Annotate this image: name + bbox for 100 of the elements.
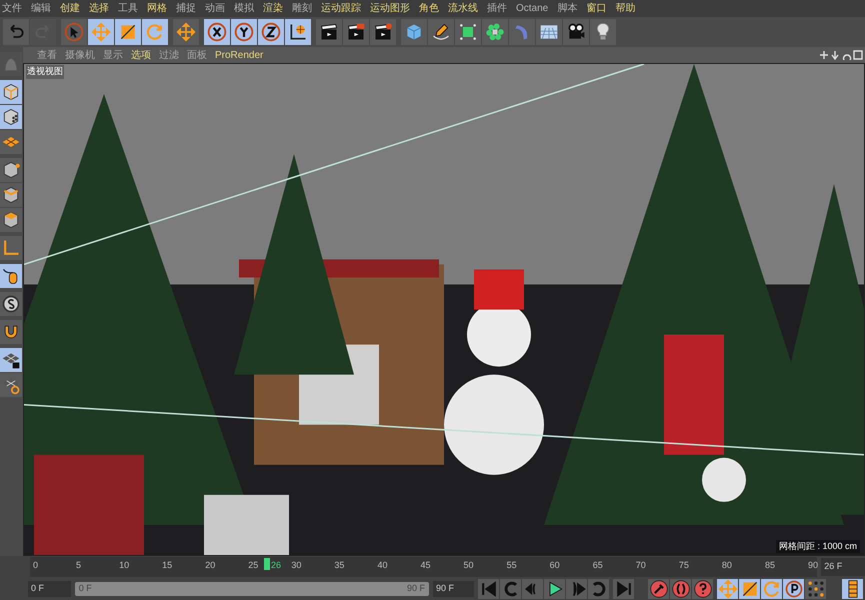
s-circle-button[interactable] bbox=[0, 292, 22, 316]
viewport-menu-item[interactable]: 选项 bbox=[131, 48, 151, 62]
menu-item[interactable]: 文件 bbox=[2, 1, 22, 16]
menu-item[interactable]: 选择 bbox=[89, 1, 109, 16]
auto-key-button[interactable] bbox=[670, 579, 691, 599]
grid-rotate-button[interactable] bbox=[0, 373, 22, 397]
grid-lock-button[interactable] bbox=[0, 348, 22, 372]
frame-number: 10 bbox=[119, 559, 130, 572]
y-axis-button[interactable] bbox=[231, 19, 257, 45]
globe-axes-button[interactable] bbox=[285, 19, 311, 45]
skip-end-button[interactable] bbox=[613, 579, 634, 599]
rotate-icon bbox=[762, 579, 782, 599]
timeline-ruler[interactable]: 0 5 10 15 20 25 26 30 35 40 45 50 55 60 65 70 75 80 85 90 bbox=[30, 557, 818, 577]
move-icon bbox=[718, 579, 738, 599]
undo-button[interactable] bbox=[3, 19, 29, 45]
frame-number: 80 bbox=[722, 559, 732, 572]
start-frame-field[interactable]: 0 F bbox=[28, 581, 71, 597]
menu-item[interactable]: 脚本 bbox=[557, 1, 578, 16]
next-key-button[interactable] bbox=[588, 579, 609, 599]
record-key-button[interactable] bbox=[648, 579, 669, 599]
viewport-menu-item[interactable]: 查看 bbox=[37, 48, 57, 62]
cube-button[interactable] bbox=[0, 80, 22, 104]
frame-number: 50 bbox=[464, 559, 474, 572]
dot-grid-button[interactable] bbox=[805, 579, 826, 599]
cube-points-button[interactable] bbox=[0, 158, 22, 182]
menu-item[interactable]: 动画 bbox=[205, 1, 225, 16]
menu-item[interactable]: 渲染 bbox=[263, 1, 283, 16]
frame-number: 45 bbox=[420, 559, 431, 572]
view-navigation-icon[interactable] bbox=[819, 50, 863, 60]
menu-item[interactable]: 工具 bbox=[118, 1, 138, 16]
frame-number: 35 bbox=[334, 559, 344, 572]
scale-button[interactable] bbox=[115, 19, 141, 45]
menu-item[interactable]: 窗口 bbox=[586, 1, 606, 16]
viewport-menu-item[interactable]: 摄像机 bbox=[65, 48, 95, 62]
cube-with-handles-icon bbox=[458, 22, 478, 42]
end-frame-field[interactable]: 90 F bbox=[433, 581, 474, 597]
clapperboard-button[interactable] bbox=[316, 19, 342, 45]
frame-number: 30 bbox=[291, 559, 302, 572]
grid-plane-button[interactable] bbox=[0, 130, 22, 154]
z-axis-button[interactable] bbox=[258, 19, 284, 45]
camera-button[interactable] bbox=[563, 19, 589, 45]
menu-item[interactable]: 编辑 bbox=[31, 1, 51, 16]
menu-item[interactable]: 流水线 bbox=[448, 1, 478, 16]
cube-with-handles-button[interactable] bbox=[455, 19, 481, 45]
s-circle-icon bbox=[1, 294, 21, 314]
pen-button[interactable] bbox=[428, 19, 454, 45]
cloner-icon bbox=[485, 22, 505, 42]
menu-item[interactable]: 创建 bbox=[60, 1, 80, 16]
film-strip-button[interactable] bbox=[842, 579, 863, 599]
auto-key-icon bbox=[670, 579, 690, 599]
frame-number: 60 bbox=[550, 559, 560, 572]
menu-item[interactable]: 捕捉 bbox=[176, 1, 196, 16]
viewport-title: 透视视图 bbox=[26, 65, 64, 78]
frame-number: 40 bbox=[377, 559, 388, 572]
menu-item[interactable]: 插件 bbox=[487, 1, 507, 16]
previous-key-button[interactable] bbox=[500, 579, 521, 599]
clapperboard-icon bbox=[346, 22, 366, 42]
cursor-button[interactable] bbox=[61, 19, 87, 45]
cube-edges-button[interactable] bbox=[0, 183, 22, 207]
menu-item[interactable]: 帮助 bbox=[615, 1, 636, 16]
viewport-menu-item[interactable]: 面板 bbox=[187, 48, 207, 62]
question-key-button[interactable] bbox=[692, 579, 713, 599]
menu-item[interactable]: 运动图形 bbox=[370, 1, 410, 16]
move-button[interactable] bbox=[173, 19, 199, 45]
magnet-button[interactable] bbox=[0, 320, 22, 344]
checker-cube-icon bbox=[1, 107, 21, 127]
menu-item[interactable]: Octane bbox=[516, 1, 548, 16]
dot-grid-icon bbox=[806, 579, 826, 599]
viewport-menu-item[interactable]: 显示 bbox=[103, 48, 123, 62]
frame-range-slider[interactable]: 0 F 90 F bbox=[74, 582, 430, 596]
playhead[interactable] bbox=[264, 558, 270, 570]
p-circle-button[interactable] bbox=[783, 579, 804, 599]
frame-number: 65 bbox=[592, 559, 603, 572]
light-bulb-button[interactable] bbox=[590, 19, 616, 45]
axis-icon bbox=[1, 238, 21, 258]
cube-icon bbox=[1, 82, 21, 102]
skip-start-button[interactable] bbox=[478, 579, 499, 599]
menu-item[interactable]: 网格 bbox=[147, 1, 167, 16]
mouse-button[interactable] bbox=[0, 264, 22, 288]
checker-cube-button[interactable] bbox=[0, 105, 22, 129]
x-axis-button[interactable] bbox=[204, 19, 230, 45]
cloner-button[interactable] bbox=[482, 19, 508, 45]
cube-polygons-button[interactable] bbox=[0, 208, 22, 232]
menu-item[interactable]: 运动跟踪 bbox=[321, 1, 361, 16]
floor-grid-button[interactable] bbox=[536, 19, 562, 45]
menu-item[interactable]: 角色 bbox=[419, 1, 439, 16]
frame-number: 75 bbox=[678, 559, 689, 572]
current-frame-field[interactable]: 26 F bbox=[821, 558, 865, 576]
range-start-label: 0 F bbox=[78, 582, 92, 596]
range-end-label: 90 F bbox=[407, 582, 426, 596]
viewport-menu-item[interactable]: ProRender bbox=[215, 48, 264, 62]
scale-button[interactable] bbox=[739, 579, 760, 599]
cursor-icon bbox=[64, 22, 84, 42]
clapperboard-button[interactable] bbox=[370, 19, 396, 45]
viewport-menu-item[interactable]: 过滤 bbox=[159, 48, 179, 62]
clapperboard-button[interactable] bbox=[343, 19, 369, 45]
menu-item[interactable]: 模拟 bbox=[234, 1, 254, 16]
p-circle-icon bbox=[784, 579, 804, 599]
play-button[interactable] bbox=[544, 579, 565, 599]
menu-item[interactable]: 雕刻 bbox=[292, 1, 312, 16]
